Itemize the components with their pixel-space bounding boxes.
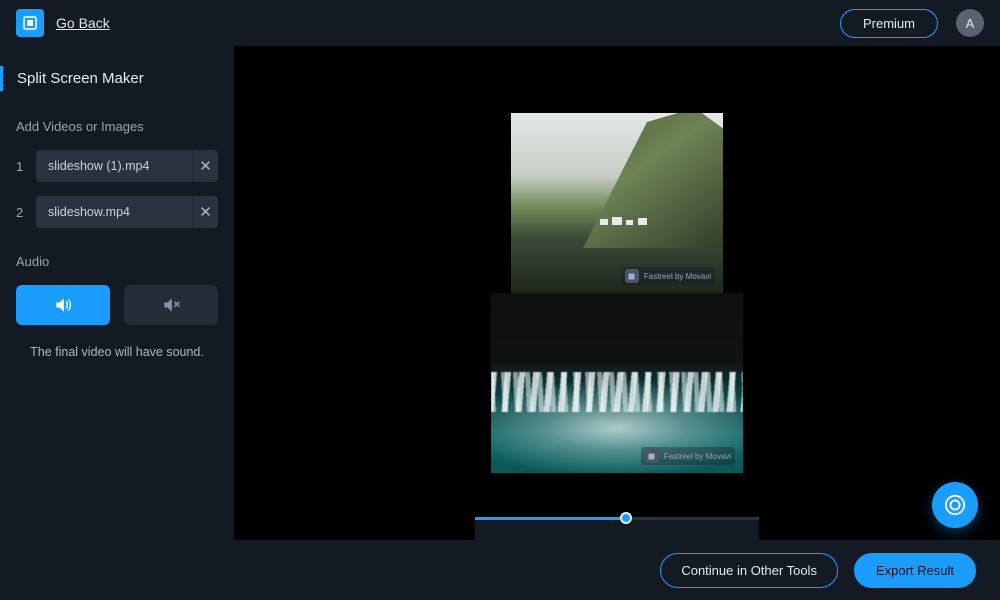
premium-button[interactable]: Premium xyxy=(840,9,938,38)
audio-toggle-group xyxy=(16,285,218,325)
file-index: 1 xyxy=(16,159,26,174)
preview-clip-top: Fastreel by Movavi xyxy=(511,113,723,293)
speaker-on-icon xyxy=(53,295,73,315)
audio-label: Audio xyxy=(16,254,218,269)
remove-file-icon[interactable]: ✕ xyxy=(192,150,218,182)
watermark-text: Fastreel by Movavi xyxy=(644,272,711,281)
split-preview: Fastreel by Movavi Fastreel by Movavi xyxy=(475,113,759,473)
watermark-text: Fastreel by Movavi xyxy=(664,452,731,461)
header-right: Premium A xyxy=(840,9,984,38)
app-logo-icon xyxy=(16,9,44,37)
preview-canvas: Fastreel by Movavi Fastreel by Movavi xyxy=(234,46,1000,520)
file-item[interactable]: slideshow.mp4 ✕ xyxy=(36,196,218,228)
user-avatar[interactable]: A xyxy=(956,9,984,37)
file-row: 1 slideshow (1).mp4 ✕ xyxy=(16,150,218,182)
file-index: 2 xyxy=(16,205,26,220)
remove-file-icon[interactable]: ✕ xyxy=(192,196,218,228)
footer-bar: Continue in Other Tools Export Result xyxy=(234,540,1000,600)
help-fab[interactable] xyxy=(932,482,978,528)
continue-in-other-tools-button[interactable]: Continue in Other Tools xyxy=(660,553,838,588)
watermark-badge-icon xyxy=(625,269,639,283)
chat-help-icon xyxy=(944,494,966,516)
file-item[interactable]: slideshow (1).mp4 ✕ xyxy=(36,150,218,182)
audio-on-button[interactable] xyxy=(16,285,110,325)
watermark-badge-icon xyxy=(645,449,659,463)
file-name: slideshow.mp4 xyxy=(36,205,192,219)
file-name: slideshow (1).mp4 xyxy=(36,159,192,173)
audio-off-button[interactable] xyxy=(124,285,218,325)
export-result-button[interactable]: Export Result xyxy=(854,553,976,588)
preview-area: Fastreel by Movavi Fastreel by Movavi xyxy=(234,46,1000,600)
watermark: Fastreel by Movavi xyxy=(621,267,715,285)
preview-clip-bottom: Fastreel by Movavi xyxy=(491,293,743,473)
speaker-off-icon xyxy=(161,295,181,315)
add-media-label: Add Videos or Images xyxy=(16,119,218,134)
main-layout: Split Screen Maker Add Videos or Images … xyxy=(0,46,1000,600)
watermark: Fastreel by Movavi xyxy=(641,447,735,465)
page-title: Split Screen Maker xyxy=(0,66,234,91)
header-left: Go Back xyxy=(16,9,110,37)
go-back-link[interactable]: Go Back xyxy=(56,15,110,31)
audio-note: The final video will have sound. xyxy=(16,345,218,359)
app-header: Go Back Premium A xyxy=(0,0,1000,46)
file-row: 2 slideshow.mp4 ✕ xyxy=(16,196,218,228)
sidebar: Split Screen Maker Add Videos or Images … xyxy=(0,46,234,600)
